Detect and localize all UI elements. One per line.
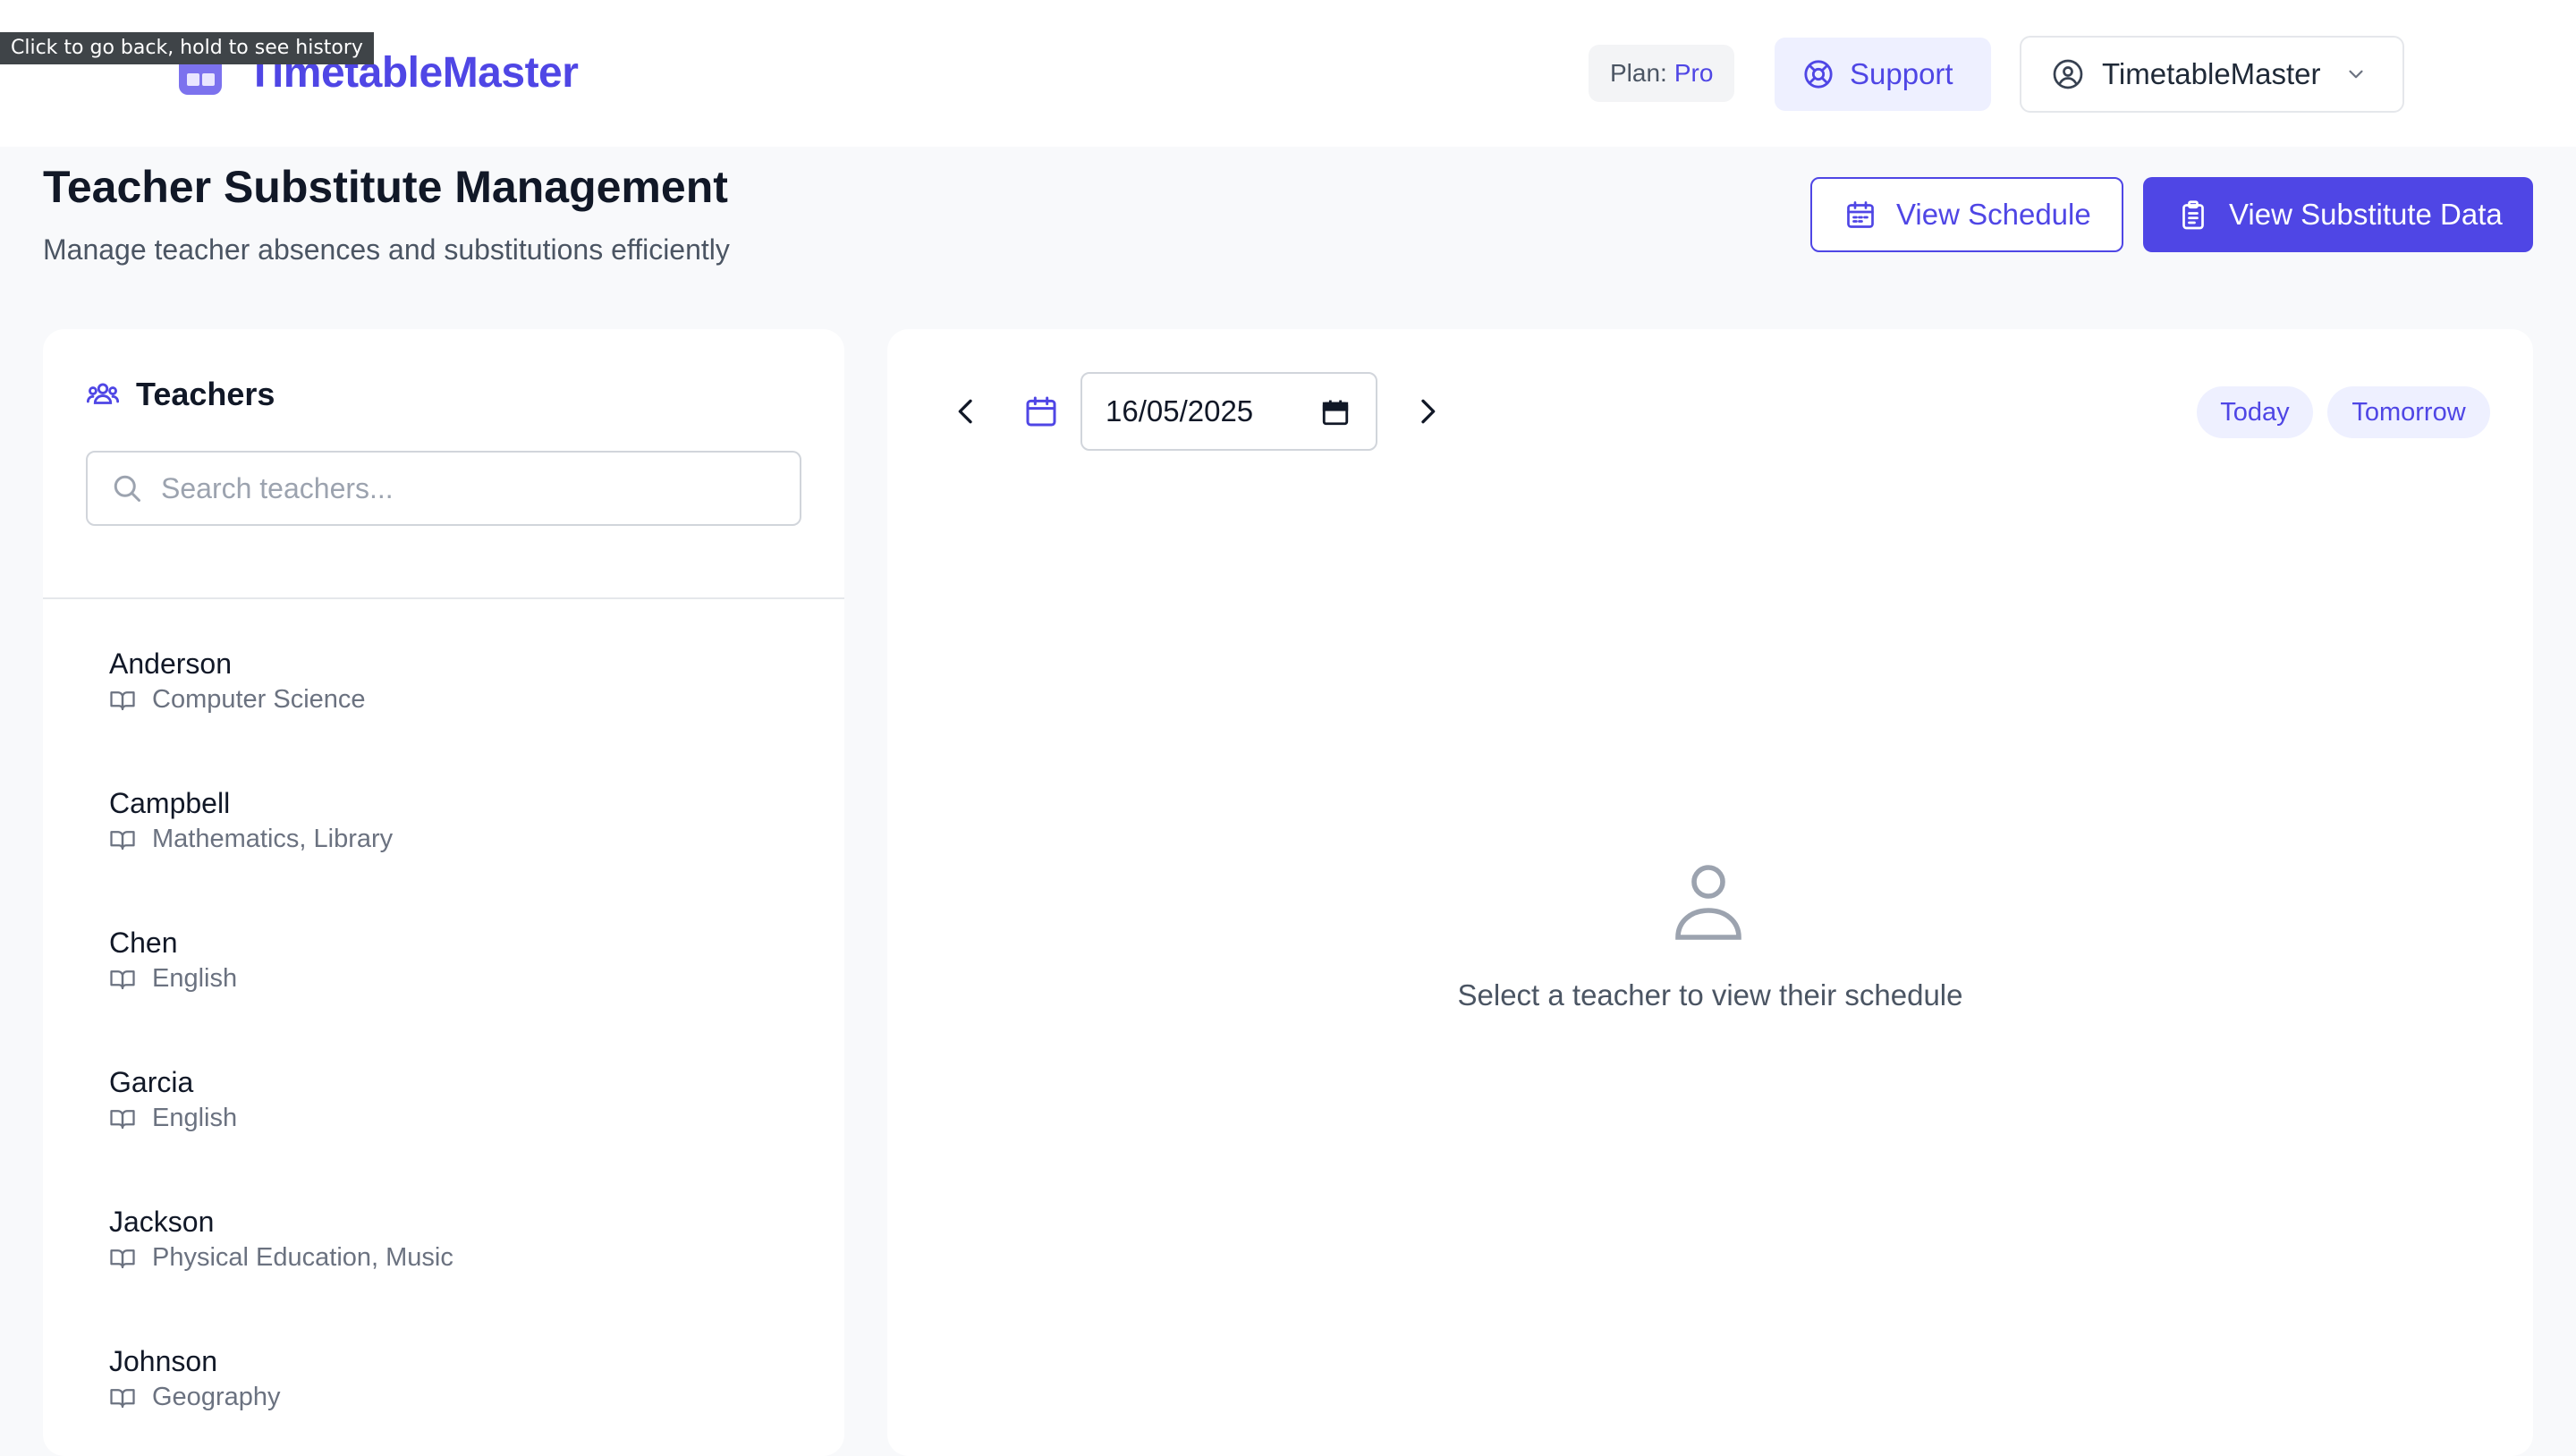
teacher-name: Johnson <box>109 1345 217 1377</box>
clipboard-icon <box>2182 200 2204 230</box>
teacher-subjects-text: English <box>152 1104 238 1132</box>
date-value: 16/05/2025 <box>1106 394 1254 427</box>
teacher-subjects: Computer Science <box>109 685 844 715</box>
book-open-icon <box>110 1249 135 1268</box>
support-label: Support <box>1850 57 1953 90</box>
page-title: Teacher Substitute Management <box>43 162 728 212</box>
teacher-name: Campbell <box>109 787 231 819</box>
chevron-left-icon[interactable] <box>948 394 984 429</box>
schedule-panel: 16/05/2025 Today Tomorrow Select a teach… <box>887 329 2533 1456</box>
teacher-item-johnson[interactable]: Johnson Geography <box>43 1331 844 1456</box>
user-circle-icon <box>2053 59 2083 89</box>
chevron-right-icon[interactable] <box>1410 394 1445 429</box>
lifebuoy-icon <box>1804 60 1833 89</box>
teacher-subjects: Physical Education, Music <box>109 1243 844 1273</box>
back-button-tooltip: Click to go back, hold to see history <box>0 32 374 64</box>
users-icon <box>86 383 120 404</box>
teacher-subjects-text: Physical Education, Music <box>152 1243 453 1272</box>
teacher-subjects-text: Mathematics, Library <box>152 825 394 853</box>
teacher-item-garcia[interactable]: Garcia English <box>43 1052 844 1191</box>
date-picker-input[interactable]: 16/05/2025 <box>1080 372 1377 451</box>
teacher-subjects: English <box>109 1104 844 1133</box>
teachers-panel: Teachers Anderson Computer Science Campb… <box>43 329 844 1456</box>
page-subtitle: Manage teacher absences and substitution… <box>43 233 730 266</box>
teacher-item-chen[interactable]: Chen English <box>43 912 844 1052</box>
teacher-subjects: Geography <box>109 1383 844 1412</box>
calendar-icon <box>1847 201 1874 228</box>
teacher-subjects: Mathematics, Library <box>109 825 844 854</box>
teachers-heading: Teachers <box>86 376 275 413</box>
book-open-icon <box>110 690 135 710</box>
plan-label: Plan: <box>1610 59 1667 87</box>
teacher-name: Garcia <box>109 1066 194 1098</box>
calendar-picker-icon[interactable] <box>1320 397 1351 427</box>
teacher-subjects-text: Computer Science <box>152 685 366 714</box>
view-substitute-label: View Substitute Data <box>2229 198 2503 231</box>
book-open-icon <box>110 830 135 850</box>
teachers-heading-text: Teachers <box>136 376 275 412</box>
user-icon <box>1675 865 1741 940</box>
view-schedule-button[interactable]: View Schedule <box>1810 177 2123 252</box>
book-open-icon <box>110 1109 135 1129</box>
tomorrow-button[interactable]: Tomorrow <box>2327 386 2490 438</box>
teacher-search-field[interactable] <box>86 451 801 526</box>
plan-value: Pro <box>1674 59 1714 87</box>
support-button[interactable]: Support <box>1775 38 1991 111</box>
teacher-subjects-text: Geography <box>152 1383 281 1411</box>
account-name: TimetableMaster <box>2102 57 2321 90</box>
view-substitute-data-button[interactable]: View Substitute Data <box>2143 177 2533 252</box>
today-button[interactable]: Today <box>2197 386 2313 438</box>
book-open-icon <box>110 1388 135 1408</box>
teacher-name: Anderson <box>109 648 232 680</box>
teacher-item-campbell[interactable]: Campbell Mathematics, Library <box>43 773 844 912</box>
calendar-icon <box>1026 396 1056 427</box>
teacher-subjects-text: English <box>152 964 238 993</box>
book-open-icon <box>110 969 135 989</box>
teacher-item-anderson[interactable]: Anderson Computer Science <box>43 633 844 773</box>
account-menu-button[interactable]: TimetableMaster <box>2020 36 2404 113</box>
divider <box>43 597 844 599</box>
search-icon <box>114 475 140 502</box>
top-navbar: Click to go back, hold to see history Ti… <box>0 0 2576 147</box>
teacher-subjects: English <box>109 964 844 994</box>
teacher-name: Chen <box>109 927 178 959</box>
chevron-down-icon <box>2348 70 2363 79</box>
teacher-search-input[interactable] <box>161 471 769 505</box>
teacher-list: Anderson Computer Science Campbell Mathe… <box>43 633 844 1456</box>
teacher-item-jackson[interactable]: Jackson Physical Education, Music <box>43 1191 844 1331</box>
empty-state-message: Select a teacher to view their schedule <box>1457 978 1963 1012</box>
view-schedule-label: View Schedule <box>1896 198 2091 231</box>
plan-badge: Plan: Pro <box>1589 45 1735 102</box>
teacher-name: Jackson <box>109 1206 215 1238</box>
